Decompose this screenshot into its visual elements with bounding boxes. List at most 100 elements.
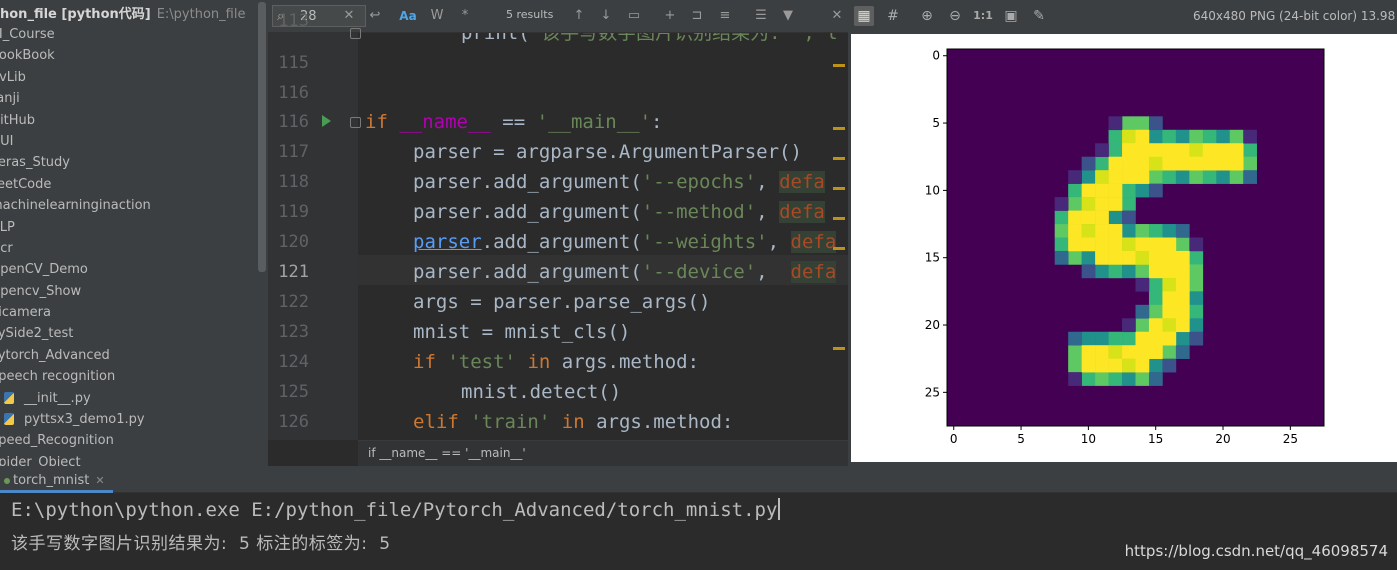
error-stripe-mark[interactable] bbox=[833, 157, 845, 160]
code-line: args = parser.parse_args() bbox=[413, 291, 711, 313]
project-root[interactable]: hon_file [python代码] E:\python_file bbox=[0, 3, 245, 23]
error-stripe-mark[interactable] bbox=[833, 217, 845, 220]
actual-size-button[interactable]: 1:1 bbox=[973, 6, 993, 26]
heatmap-cell bbox=[1108, 170, 1123, 184]
heatmap-cell bbox=[1122, 372, 1136, 386]
close-find-icon[interactable]: ✕ bbox=[828, 6, 846, 26]
tree-item[interactable]: Ocr bbox=[0, 238, 256, 259]
zoom-in-icon[interactable]: ⊕ bbox=[917, 6, 937, 26]
tree-item[interactable]: __init__.py bbox=[0, 388, 256, 409]
tree-item[interactable]: AI_Course bbox=[0, 24, 256, 45]
remove-occurrence-icon[interactable]: ⊐ bbox=[688, 6, 706, 26]
heatmap-cell bbox=[1068, 331, 1082, 346]
tree-item[interactable]: CvLib bbox=[0, 67, 256, 88]
heatmap-cell bbox=[1081, 345, 1096, 359]
tree-item[interactable]: Fanji bbox=[0, 88, 256, 109]
fold-marker-icon[interactable] bbox=[350, 28, 361, 39]
heatmap-cell bbox=[1135, 304, 1150, 319]
tree-item[interactable]: picamera bbox=[0, 302, 256, 323]
error-stripe-mark[interactable] bbox=[833, 64, 845, 67]
tree-item[interactable]: GUI bbox=[0, 131, 256, 152]
match-case-toggle[interactable]: Aa bbox=[399, 6, 417, 26]
regex-toggle[interactable]: * bbox=[456, 6, 474, 26]
tree-item[interactable]: Opencv_Show bbox=[0, 281, 256, 302]
filter-icon[interactable]: ▼ bbox=[779, 6, 797, 26]
x-tick-label: 0 bbox=[950, 432, 958, 446]
heatmap-cell bbox=[1162, 304, 1177, 319]
heatmap-cell bbox=[1095, 264, 1109, 279]
heatmap-cell bbox=[1108, 197, 1123, 211]
heatmap-cell bbox=[1095, 331, 1109, 346]
zoom-out-icon[interactable]: ⊖ bbox=[945, 6, 965, 26]
heatmap-cell bbox=[1216, 170, 1231, 184]
x-tick-label: 5 bbox=[1017, 432, 1025, 446]
heatmap-cell bbox=[1175, 237, 1190, 252]
tree-item[interactable]: PySide2_test bbox=[0, 323, 256, 344]
tree-item[interactable]: OpenCV_Demo bbox=[0, 259, 256, 280]
replace-toggle-icon[interactable]: ↩ bbox=[366, 6, 384, 26]
code-line-current: parser.add_argument('--device', defa bbox=[413, 261, 837, 283]
tree-item[interactable]: Speed_Recognition bbox=[0, 430, 256, 451]
code-area[interactable]: print('该手写数字图片识别结果为: ', l if __name__ ==… bbox=[365, 33, 848, 440]
tree-item[interactable]: Keras_Study bbox=[0, 152, 256, 173]
tree-item-label: __init__.py bbox=[24, 390, 91, 406]
close-tab-icon[interactable]: ✕ bbox=[95, 474, 104, 487]
image-canvas[interactable]: 0 5 10 15 20 25 0 5 10 15 20 25 bbox=[851, 34, 1397, 462]
heatmap-cell bbox=[1135, 237, 1150, 252]
heatmap-cell bbox=[1095, 197, 1109, 211]
image-viewer: ▦ # ⊕ ⊖ 1:1 ▣ ✎ 640x480 PNG (24-bit colo… bbox=[848, 0, 1397, 466]
error-stripe-mark[interactable] bbox=[833, 187, 845, 190]
error-stripe-mark[interactable] bbox=[833, 127, 845, 130]
heatmap-cell bbox=[1068, 170, 1082, 184]
multiline-icon[interactable]: ☰ bbox=[752, 6, 770, 26]
tree-item[interactable]: machinelearninginaction bbox=[0, 195, 256, 216]
tree-item[interactable]: GitHub bbox=[0, 110, 256, 131]
tree-item[interactable]: NLP bbox=[0, 217, 256, 238]
code-line: parser.add_argument('--method', defa bbox=[413, 201, 825, 223]
select-all-occurrences-icon[interactable]: ≡ bbox=[716, 6, 734, 26]
heatmap-cell bbox=[1189, 291, 1204, 306]
heatmap-cell bbox=[1081, 358, 1096, 373]
tree-item[interactable]: Spider_Object bbox=[0, 452, 256, 466]
line-number: 119 bbox=[278, 202, 309, 222]
fold-marker-icon[interactable] bbox=[350, 117, 361, 128]
heatmap-cell bbox=[1054, 210, 1069, 225]
run-tab[interactable]: torch_mnist ✕ bbox=[0, 469, 113, 493]
tree-item[interactable]: Pytorch_Advanced bbox=[0, 345, 256, 366]
run-gutter-icon[interactable] bbox=[322, 115, 331, 127]
grid-icon[interactable]: # bbox=[883, 6, 903, 26]
transparency-chessboard-icon[interactable]: ▦ bbox=[854, 6, 874, 26]
heatmap-cell bbox=[1148, 291, 1163, 306]
heatmap-cell bbox=[1162, 277, 1177, 292]
heatmap-cell bbox=[1189, 170, 1204, 184]
tree-item[interactable]: Speech recognition bbox=[0, 366, 256, 387]
heatmap-cell bbox=[1108, 129, 1123, 144]
heatmap-cell bbox=[1068, 197, 1082, 211]
tree-item[interactable]: BookBook bbox=[0, 45, 256, 66]
tree-scrollbar[interactable] bbox=[258, 2, 266, 272]
whole-words-toggle[interactable]: W bbox=[428, 6, 446, 26]
heatmap-cell bbox=[1122, 129, 1136, 144]
heatmap-cell bbox=[1162, 129, 1177, 144]
prev-occurrence-icon[interactable]: ↑ bbox=[570, 6, 588, 26]
next-occurrence-icon[interactable]: ↓ bbox=[597, 6, 615, 26]
color-picker-icon[interactable]: ✎ bbox=[1029, 6, 1049, 26]
heatmap-cell bbox=[1081, 372, 1096, 386]
heatmap-cell bbox=[1189, 237, 1204, 252]
clear-search-icon[interactable]: ✕ bbox=[340, 6, 358, 26]
breadcrumb[interactable]: if __name__ == '__main__' bbox=[358, 440, 848, 466]
heatmap-cell bbox=[1095, 345, 1109, 359]
fit-to-window-icon[interactable]: ▣ bbox=[1001, 6, 1021, 26]
tree-item-label: LeetCode bbox=[0, 176, 52, 192]
heatmap-cell bbox=[1148, 224, 1163, 238]
heatmap-cell bbox=[1081, 224, 1096, 238]
heatmap-cell bbox=[1162, 318, 1177, 333]
add-occurrence-icon[interactable]: + bbox=[661, 6, 679, 26]
tree-item[interactable]: pyttsx3_demo1.py bbox=[0, 409, 256, 430]
open-in-window-icon[interactable]: ▭ bbox=[625, 6, 643, 26]
tree-item[interactable]: LeetCode bbox=[0, 174, 256, 195]
heatmap-cell bbox=[1068, 345, 1082, 359]
error-stripe-mark[interactable] bbox=[833, 247, 845, 250]
error-stripe-mark[interactable] bbox=[833, 347, 845, 350]
heatmap-cell bbox=[1135, 318, 1150, 333]
